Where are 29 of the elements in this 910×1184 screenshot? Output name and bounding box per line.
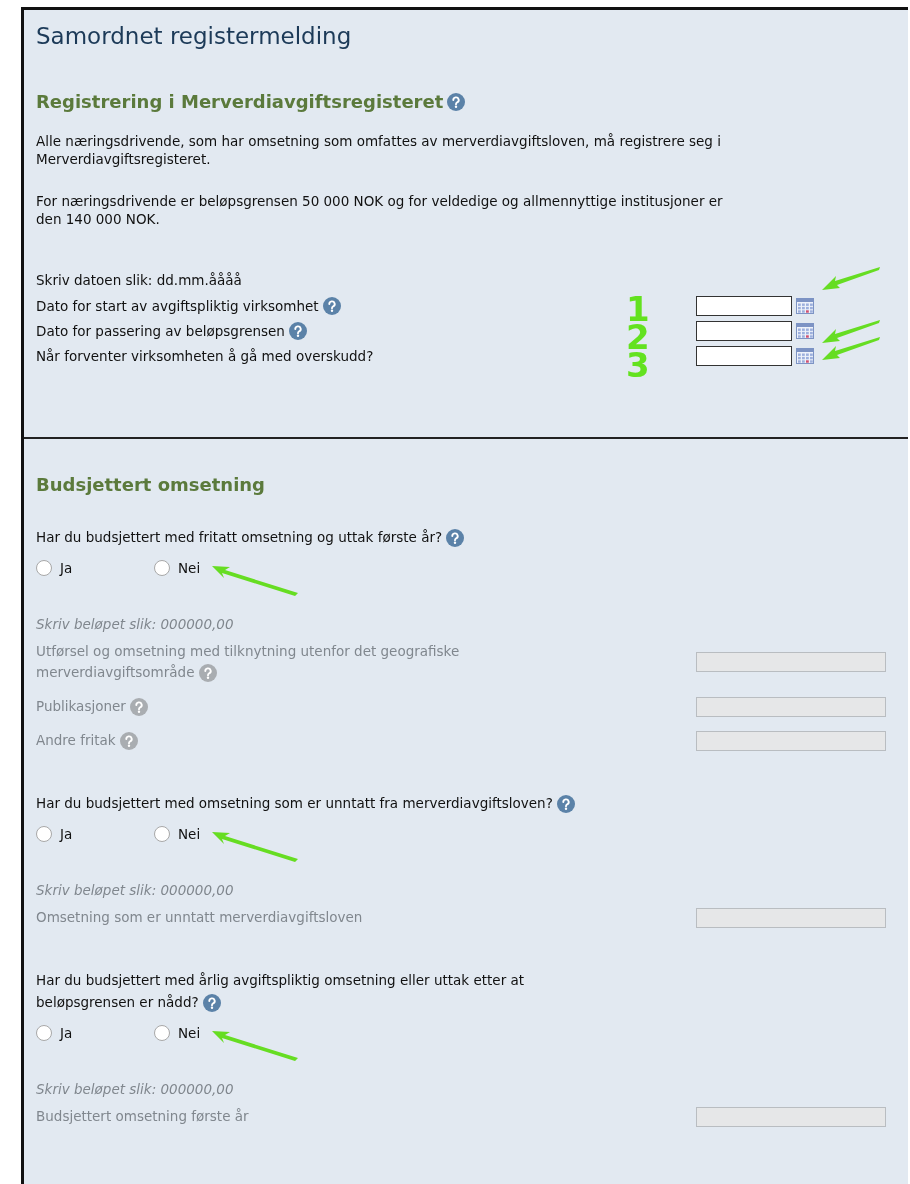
field-label: Omsetning som er unntatt merverdiavgiftsloven xyxy=(36,908,364,927)
field-label: Andre fritak xyxy=(36,730,556,751)
amount-hint: Skriv beløpet slik: 000000,00 xyxy=(36,615,235,633)
date-field[interactable] xyxy=(696,295,792,316)
field-label: Publikasjoner xyxy=(36,696,556,717)
help-icon[interactable] xyxy=(322,296,341,315)
amount-hint: Skriv beløpet slik: 000000,00 xyxy=(36,881,235,899)
section-heading: Budsjettert omsetning xyxy=(36,473,265,497)
help-icon[interactable] xyxy=(447,93,466,111)
field-label: Dato for start av avgiftspliktig virksomhet xyxy=(36,296,319,315)
help-icon[interactable] xyxy=(288,321,307,340)
calendar-icon[interactable] xyxy=(796,347,814,364)
date-hint: Skriv datoen slik: dd.mm.åååå xyxy=(36,272,242,288)
paragraph: Alle næringsdrivende, som har omsetning som omfattes av merverdiavgiftsloven, må registrere seg i Merverdiavgiftsregisteret. xyxy=(36,132,722,168)
amount-hint: Skriv beløpet slik: 000000,00 xyxy=(36,1080,235,1098)
date-field[interactable] xyxy=(696,345,792,366)
page-title: Samordnet registermelding xyxy=(35,22,353,50)
field-label: Dato for passering av beløpsgrensen xyxy=(36,321,285,340)
field-label: Utførsel og omsetning med tilknytning utenfor det geografiske merverdiavgiftsområde xyxy=(36,642,461,683)
field-label: Når forventer virksomheten å gå med overskudd? xyxy=(36,346,374,365)
calendar-icon[interactable] xyxy=(796,297,814,314)
question-text: Har du budsjettert med årlig avgiftspliktig omsetning eller uttak etter at beløpsgrensen er nådd? xyxy=(36,971,526,1013)
field-label: Budsjettert omsetning første år xyxy=(36,1107,250,1126)
section-heading: Registrering i Merverdiavgiftsregisteret xyxy=(36,90,444,114)
date-field[interactable] xyxy=(696,320,792,341)
question-text: Har du budsjettert med omsetning som er unntatt fra merverdiavgiftsloven? xyxy=(36,792,596,814)
calendar-icon[interactable] xyxy=(796,322,814,339)
paragraph: For næringsdrivende er beløpsgrensen 50 000 NOK og for veldedige og allmennyttige institusjoner er den 140 000 NOK. xyxy=(36,192,724,228)
question-text: Har du budsjettert med fritatt omsetning og uttak første år? xyxy=(36,526,596,548)
